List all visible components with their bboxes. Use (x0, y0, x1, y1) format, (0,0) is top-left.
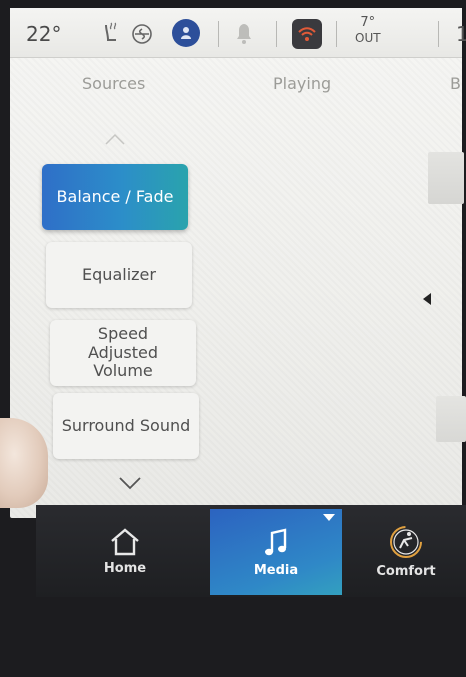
tab-sources[interactable]: Sources (82, 74, 145, 93)
speed-adjusted-volume-button[interactable]: Speed Adjusted Volume (50, 320, 196, 386)
outside-temp-value: 7° (360, 15, 376, 30)
nav-home-button[interactable]: Home (70, 505, 180, 597)
inside-temperature[interactable]: 22° (26, 22, 61, 46)
tab-playing[interactable]: Playing (273, 74, 331, 93)
equalizer-button[interactable]: Equalizer (46, 242, 192, 308)
seat-heat-icon[interactable] (98, 20, 124, 46)
balance-fade-button[interactable]: Balance / Fade (42, 164, 188, 230)
wifi-icon[interactable] (292, 19, 322, 49)
balance-pointer-icon[interactable] (422, 292, 432, 306)
tab-partial[interactable]: B (450, 74, 461, 93)
media-dropdown-icon[interactable] (322, 513, 336, 522)
nav-comfort-label: Comfort (376, 563, 436, 579)
speaker-panel-top (428, 152, 464, 204)
status-bar: 22° 7° OUT 1 (10, 8, 466, 58)
nav-home-label: Home (103, 560, 147, 576)
surround-sound-button[interactable]: Surround Sound (53, 393, 199, 459)
outside-temperature: 7° OUT (355, 16, 381, 44)
nav-media-label: Media (253, 562, 299, 578)
status-divider (218, 21, 219, 47)
status-divider (438, 21, 439, 47)
music-note-icon (265, 527, 287, 555)
profile-icon[interactable] (172, 19, 200, 47)
status-divider (336, 21, 337, 47)
speed-adjusted-volume-label: Speed Adjusted Volume (87, 324, 158, 381)
scroll-down-chevron-icon[interactable] (118, 476, 142, 490)
bell-icon[interactable] (232, 20, 256, 46)
status-divider (276, 21, 277, 47)
nav-media-button[interactable]: Media (210, 509, 342, 595)
speaker-panel-bottom (436, 396, 466, 442)
bottom-nav: Home Media Comfort (36, 505, 466, 597)
scroll-up-chevron-icon[interactable] (104, 132, 126, 146)
clock-partial: 1 (456, 22, 466, 46)
fan-icon[interactable] (131, 23, 153, 45)
outside-temp-label: OUT (355, 31, 381, 45)
surround-sound-label: Surround Sound (61, 415, 191, 435)
equalizer-label: Equalizer (82, 264, 156, 284)
nav-comfort-button[interactable]: Comfort (356, 505, 456, 597)
comfort-icon (390, 525, 422, 558)
balance-fade-label: Balance / Fade (56, 186, 174, 206)
home-icon (111, 527, 139, 555)
